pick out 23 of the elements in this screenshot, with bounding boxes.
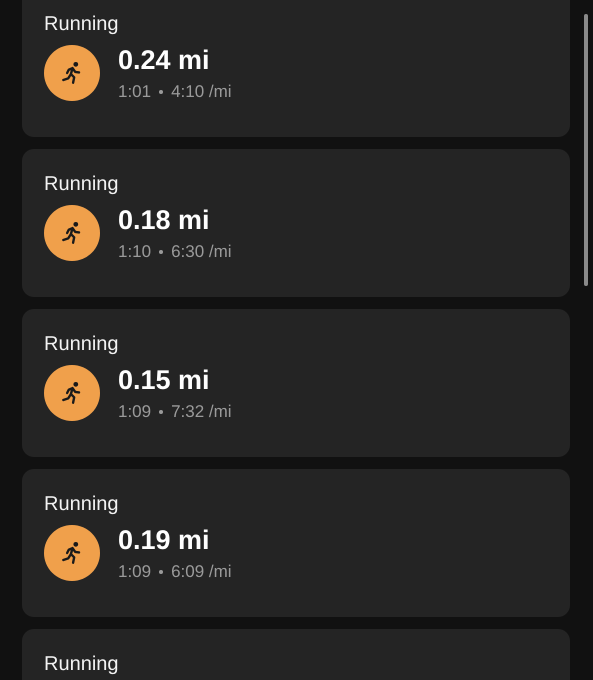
activity-type: Running [44, 332, 119, 356]
duration-text: 1:09 [118, 562, 152, 582]
activity-type: Running [44, 652, 119, 676]
distance-value: 0.19 mi [118, 524, 210, 556]
activity-type: Running [44, 172, 119, 196]
activity-type: Running [44, 12, 119, 36]
duration-text: 1:10 [118, 242, 152, 262]
activity-card[interactable]: Running [22, 629, 570, 680]
distance-value: 0.24 mi [118, 44, 210, 76]
duration-text: 1:01 [118, 82, 152, 102]
pace-text: 6:30 /mi [171, 242, 232, 262]
scrollbar[interactable] [584, 14, 588, 286]
activity-card[interactable]: Running 0.19 mi 1:09 6:09 /mi [22, 469, 570, 617]
pace-text: 6:09 /mi [171, 562, 232, 582]
activity-card[interactable]: Running 0.15 mi 1:09 7:32 /mi [22, 309, 570, 457]
activity-card[interactable]: Running 0.18 mi 1:10 6:30 /mi [22, 149, 570, 297]
pace-text: 4:10 /mi [171, 82, 232, 102]
distance-value: 0.15 mi [118, 364, 210, 396]
activity-type: Running [44, 492, 119, 516]
duration-text: 1:09 [118, 402, 152, 422]
distance-value: 0.18 mi [118, 204, 210, 236]
pace-text: 7:32 /mi [171, 402, 232, 422]
activity-card[interactable]: Running 0.24 mi 1:01 4:10 /mi [22, 0, 570, 137]
